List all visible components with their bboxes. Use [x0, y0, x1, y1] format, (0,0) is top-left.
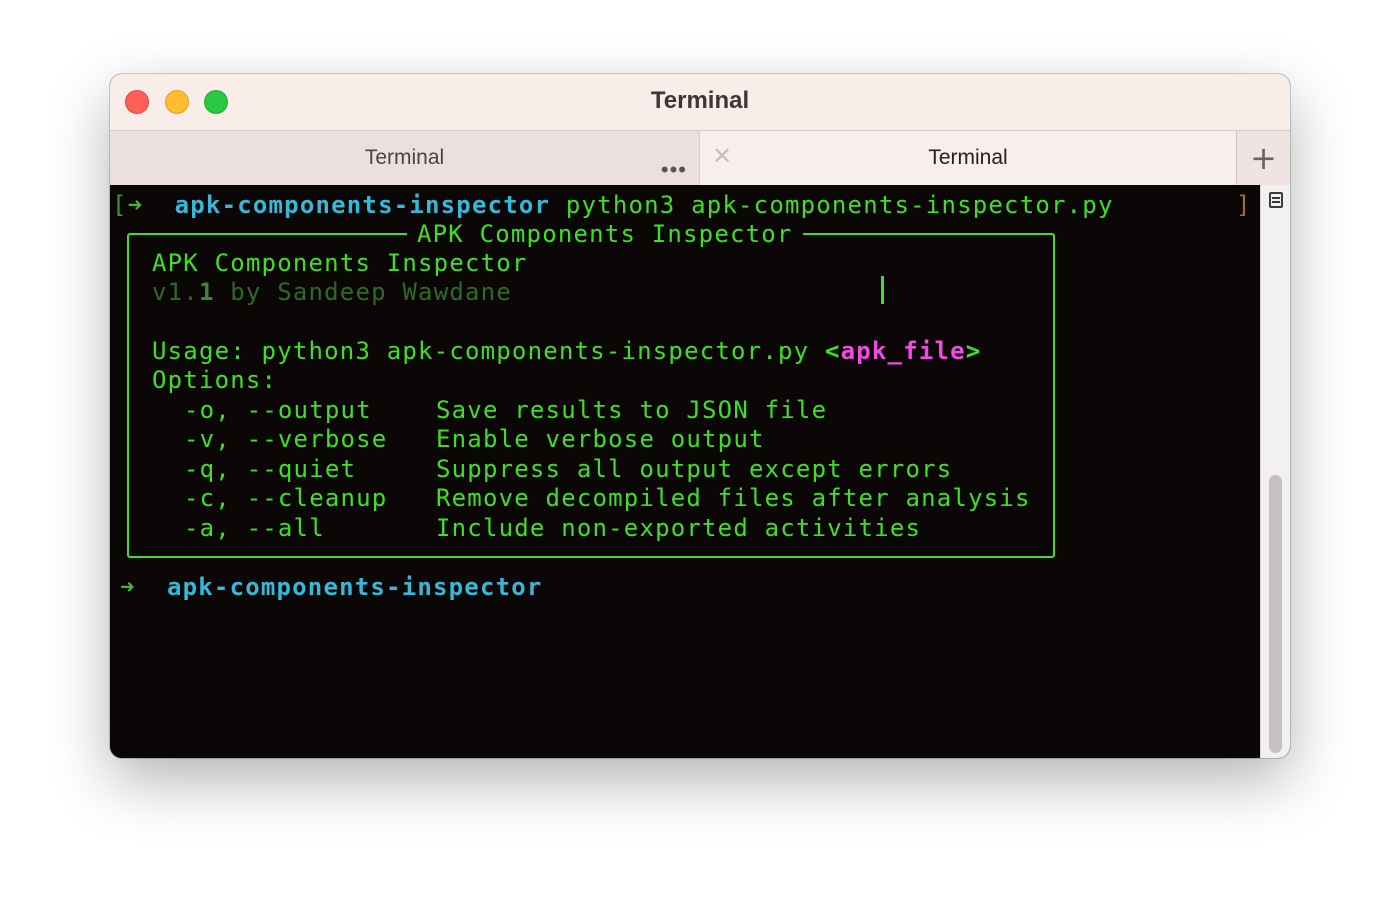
prompt-bracket-open: [ — [112, 191, 128, 219]
prompt-bracket-close: ] — [1236, 191, 1252, 219]
terminal-output[interactable]: [➜ apk-components-inspector python3 apk-… — [110, 185, 1260, 758]
box-title: APK Components Inspector — [407, 220, 803, 248]
version-text: v1. — [152, 278, 199, 306]
prompt-directory: apk-components-inspector — [174, 191, 551, 219]
split-pane-icon[interactable] — [1269, 192, 1283, 208]
prompt-command: python3 apk-components-inspector.py — [565, 191, 1114, 219]
prompt-arrow-icon: ➜ — [120, 573, 136, 601]
usage-arg: apk_file — [840, 337, 966, 365]
prompt-directory: apk-components-inspector — [166, 573, 543, 601]
option-desc: Suppress all output except errors — [436, 455, 953, 483]
option-flag: -c, --cleanup — [184, 484, 388, 512]
text-cursor — [881, 276, 884, 304]
option-desc: Include non-exported activities — [436, 514, 922, 542]
prompt-arrow-icon: ➜ — [127, 191, 144, 219]
option-desc: Save results to JSON file — [436, 396, 828, 424]
option-flag: -q, --quiet — [184, 455, 357, 483]
tab-terminal-2[interactable]: ✕ Terminal — [700, 131, 1236, 185]
tab-terminal-1[interactable]: Terminal ••• — [110, 131, 700, 185]
option-flag: -v, --verbose — [184, 425, 388, 453]
version-number: 1 — [198, 278, 215, 306]
usage-text: Usage: python3 apk-components-inspector.… — [152, 337, 810, 365]
window-title: Terminal — [650, 87, 750, 114]
scrollbar-thumb[interactable] — [1269, 475, 1282, 753]
prompt-line-2: ➜ apk-components-inspector — [120, 573, 543, 601]
scrollbar[interactable] — [1260, 185, 1290, 758]
plus-icon: + — [1250, 139, 1277, 177]
terminal-window: Terminal Terminal ••• ✕ Terminal + [➜ ap… — [110, 74, 1290, 758]
ellipsis-icon[interactable]: ••• — [661, 159, 687, 181]
prompt-line-1: [➜ apk-components-inspector python3 apk-… — [112, 191, 1114, 219]
tab-label: Terminal — [364, 146, 445, 169]
option-flag: -o, --output — [184, 396, 372, 424]
usage-arg-close: > — [965, 337, 982, 365]
option-flag: -a, --all — [184, 514, 325, 542]
tab-label: Terminal — [928, 146, 1008, 169]
new-tab-button[interactable]: + — [1236, 131, 1290, 185]
author-text: by Sandeep Wawdane — [230, 278, 512, 306]
close-icon[interactable]: ✕ — [712, 145, 732, 169]
usage-arg-open: < — [824, 337, 841, 365]
options-label: Options: — [152, 366, 278, 394]
tab-bar: Terminal ••• ✕ Terminal + — [110, 130, 1290, 185]
usage-line: Usage: python3 apk-components-inspector.… — [152, 337, 981, 365]
banner-title: APK Components Inspector — [152, 249, 528, 277]
version-line: v1.1 by Sandeep Wawdane — [152, 278, 512, 306]
title-bar[interactable]: Terminal — [110, 74, 1290, 130]
option-desc: Remove decompiled files after analysis — [436, 484, 1031, 512]
option-desc: Enable verbose output — [436, 425, 765, 453]
